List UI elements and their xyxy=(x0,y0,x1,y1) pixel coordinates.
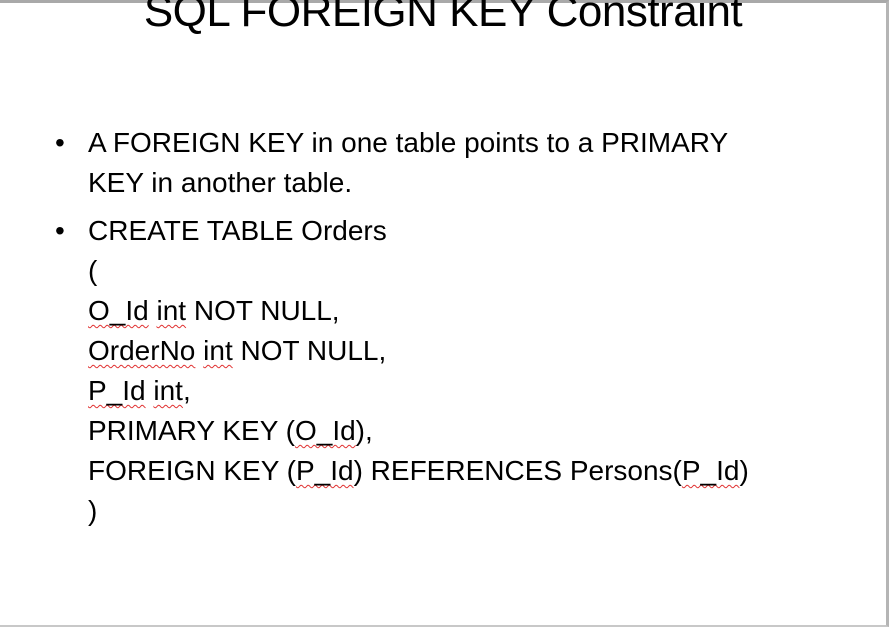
sql-code-block: CREATE TABLE Orders(O_Id int NOT NULL, Or… xyxy=(88,211,749,531)
code-text: PRIMARY KEY ( xyxy=(88,415,295,446)
spellcheck-flagged-word: int xyxy=(153,375,183,406)
code-text: ) REFERENCES Persons( xyxy=(353,455,682,486)
bullet-text-line: KEY in another table. xyxy=(88,167,353,198)
code-text: ) xyxy=(88,495,98,526)
spellcheck-flagged-word: P_Id xyxy=(88,375,146,406)
code-text: FOREIGN KEY ( xyxy=(88,455,296,486)
code-text: , xyxy=(182,375,191,406)
spellcheck-flagged-word: P_Id xyxy=(295,455,354,486)
slide-title: SQL FOREIGN KEY Constraint xyxy=(143,0,743,36)
spellcheck-flagged-word: O_Id xyxy=(294,415,356,446)
code-line: ) xyxy=(88,491,749,531)
code-text: NOT NULL, xyxy=(232,335,387,366)
code-text: NOT NULL, xyxy=(186,295,340,326)
bullet-icon: • xyxy=(55,215,65,246)
spellcheck-flagged-word: int xyxy=(156,295,187,326)
spellcheck-flagged-word: OrderNo xyxy=(88,335,196,366)
code-line: O_Id int NOT NULL, xyxy=(88,291,749,331)
code-line: ( xyxy=(88,251,749,291)
code-text: CREATE TABLE Orders xyxy=(88,215,387,246)
code-text: ), xyxy=(355,415,373,446)
spellcheck-flagged-word: P_Id xyxy=(681,455,740,486)
code-line: CREATE TABLE Orders xyxy=(88,211,749,251)
code-line: FOREIGN KEY (P_Id) REFERENCES Persons(P_… xyxy=(88,451,749,491)
code-text: ( xyxy=(88,255,98,286)
code-line: OrderNo int NOT NULL, xyxy=(88,331,749,371)
code-text: ) xyxy=(739,455,749,486)
code-line: P_Id int, xyxy=(88,371,749,411)
code-line: PRIMARY KEY (O_Id), xyxy=(88,411,749,451)
bullet-text-line: A FOREIGN KEY in one table points to a P… xyxy=(88,127,729,158)
spellcheck-flagged-word: int xyxy=(203,335,233,366)
bullet-icon: • xyxy=(55,127,65,158)
slide: SQL FOREIGN KEY Constraint • A FOREIGN K… xyxy=(0,0,889,627)
spellcheck-flagged-word: O_Id xyxy=(88,295,149,326)
